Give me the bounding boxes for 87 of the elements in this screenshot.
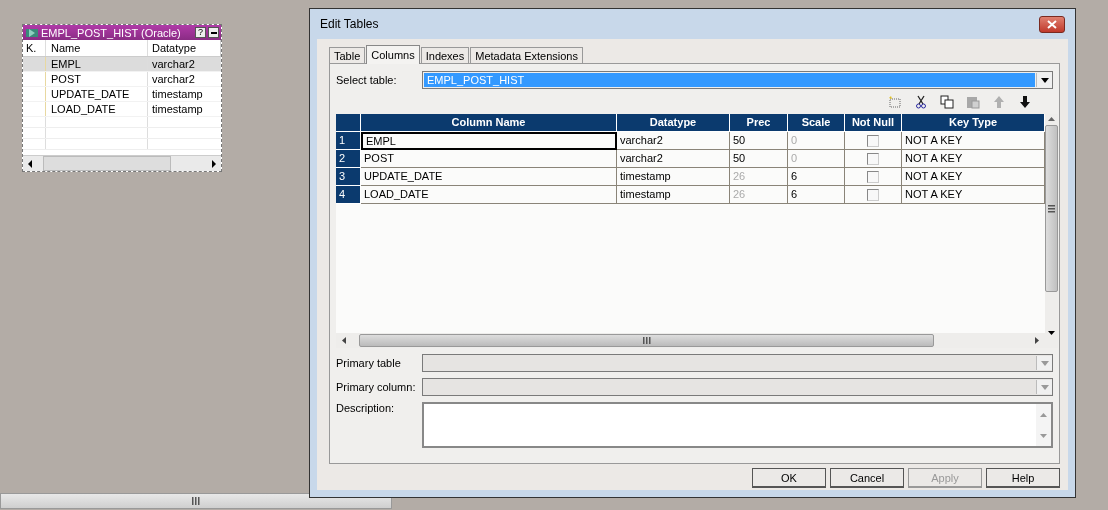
column-header: Scale [788,114,845,132]
field-label: Primary column: [336,381,417,393]
table-cell[interactable]: EMPL [361,132,617,150]
table-cell[interactable]: timestamp [617,168,730,186]
copy-button[interactable] [937,94,957,110]
table-cell[interactable]: 6 [788,168,845,186]
column-header: Prec [730,114,788,132]
row-number: 4 [336,186,361,204]
table-cell-text: timestamp [151,87,204,101]
down-arrow-icon [1040,433,1047,438]
close-icon [1047,19,1057,29]
table-cell[interactable]: UPDATE_DATE [361,168,617,186]
copy-icon [940,95,954,109]
window-title: Edit Tables [320,17,379,31]
table-cell-text: timestamp [151,102,204,116]
row-number: 1 [336,132,361,150]
left-arrow-icon [27,159,33,168]
table-row[interactable]: UPDATE_DATE timestamp [23,87,221,102]
field-label: Select table: [336,74,398,86]
up-arrow-icon [1040,412,1047,417]
column-header: K. [23,40,46,56]
field-label: Description: [336,402,396,414]
table-cell-text: varchar2 [151,57,196,71]
tab[interactable]: Table [329,47,366,63]
right-arrow-icon [211,159,217,168]
dropdown-arrow-icon [1040,360,1049,366]
checkbox[interactable] [867,170,879,183]
row-number: 3 [336,168,361,186]
minimize-icon [210,31,217,34]
table-row[interactable]: EMPL varchar2 [23,57,221,72]
table-cell[interactable]: LOAD_DATE [361,186,617,204]
column-header: Not Null [845,114,902,132]
dropdown-arrow-icon [1040,77,1049,83]
tab[interactable]: Indexes [420,47,470,63]
column-header: Datatype [148,40,221,56]
table-cell[interactable]: POST [361,150,617,168]
widget-title: EMPL_POST_HIST (Oracle) [41,26,182,39]
down-arrow-icon [1048,331,1055,336]
table-row[interactable]: POST varchar2 [23,72,221,87]
table-cell-text: varchar2 [151,72,196,86]
table-cell[interactable]: timestamp [617,186,730,204]
right-arrow-icon [1034,337,1039,344]
table-icon [25,26,39,39]
checkbox[interactable] [867,152,879,165]
dialog-button[interactable]: Help [986,468,1060,488]
grip-icon [642,337,651,344]
scissors-icon [915,95,927,109]
column-header: Key Type [902,114,1045,132]
tab[interactable]: Columns [366,45,420,64]
down-arrow-icon [1019,95,1031,109]
table-row[interactable]: LOAD_DATE timestamp [23,102,221,117]
clipboard-icon [966,95,980,109]
table-cell: UPDATE_DATE [46,87,148,101]
table-cell[interactable]: 50 [730,132,788,150]
field-label: Primary table [336,357,402,369]
column-header: Datatype [617,114,730,132]
up-arrow-icon [1048,117,1055,122]
horizontal-scrollbar[interactable] [23,155,221,171]
primary-table-dropdown[interactable] [422,354,1053,372]
header-corner [336,114,361,132]
table-cell: LOAD_DATE [46,102,148,116]
grip-icon [1048,204,1055,213]
table-cell[interactable]: 50 [730,150,788,168]
description-field[interactable] [422,402,1053,448]
checkbox[interactable] [867,188,879,201]
table-cell[interactable]: varchar2 [617,132,730,150]
column-header: Name [46,40,148,56]
dialog-button[interactable]: Cancel [830,468,904,488]
primary-column-dropdown[interactable] [422,378,1053,396]
up-arrow-icon [993,95,1005,109]
new-row-icon [888,95,902,109]
dropdown-arrow-icon [1040,384,1049,390]
table-cell[interactable]: varchar2 [617,150,730,168]
minimize-button[interactable] [208,27,219,38]
help-button[interactable]: ? [195,27,206,38]
checkbox[interactable] [867,134,879,147]
table-cell: EMPL [46,57,148,71]
column-header: Column Name [361,114,617,132]
row-number: 2 [336,150,361,168]
left-arrow-icon [342,337,347,344]
tab[interactable]: Metadata Extensions [470,47,583,63]
table-cell[interactable]: 6 [788,186,845,204]
dialog-button[interactable]: OK [752,468,826,488]
grip-icon [192,497,200,505]
table-cell: POST [46,72,148,86]
close-button[interactable] [1039,15,1065,33]
horizontal-scrollbar[interactable] [0,493,392,509]
